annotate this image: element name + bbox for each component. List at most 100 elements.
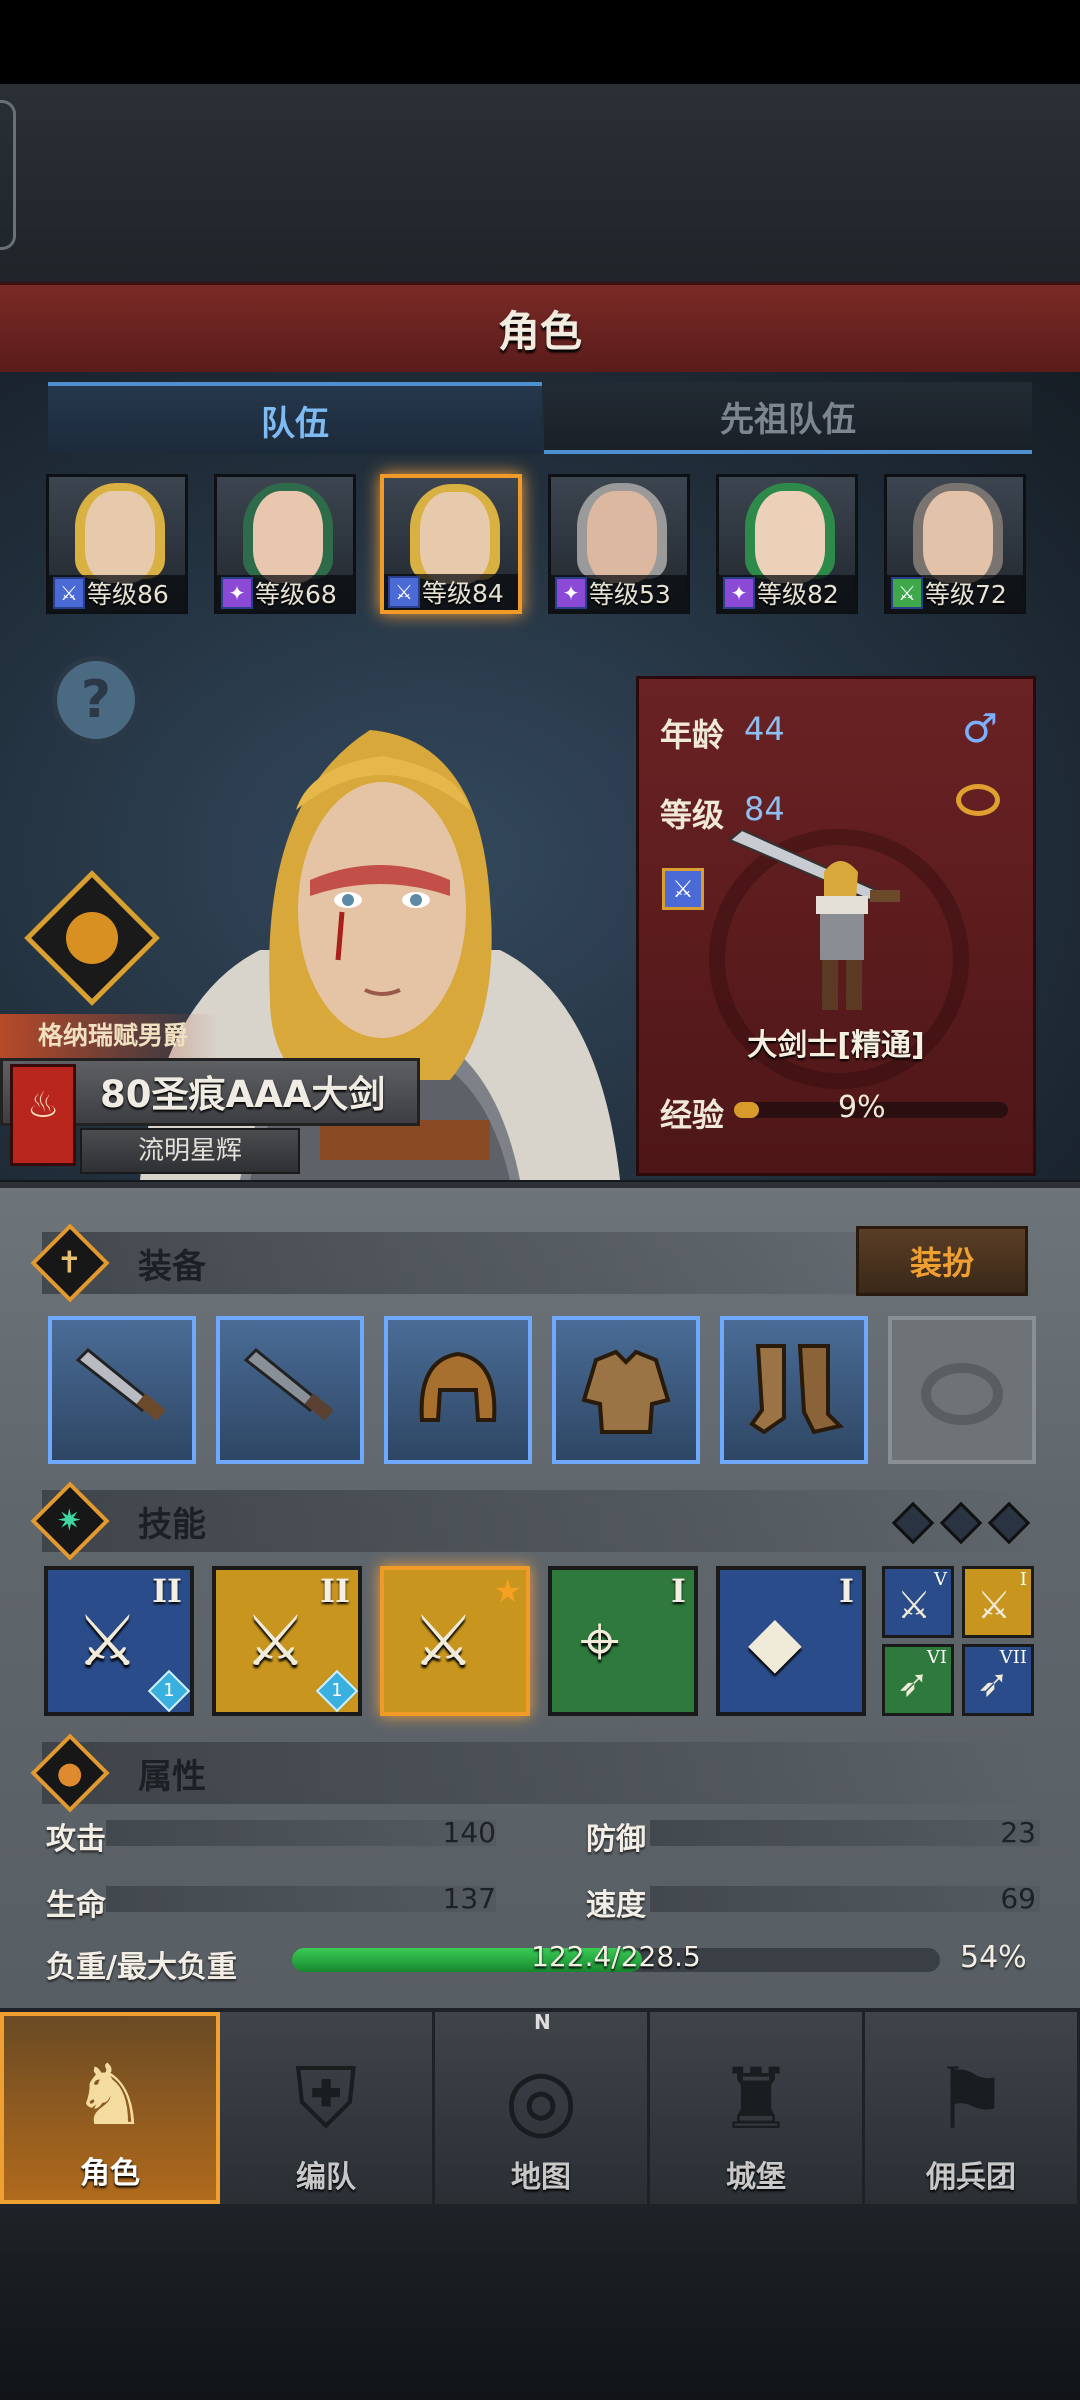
equipment-title: 装备 (138, 1246, 206, 1287)
attack-value: 140 (442, 1816, 496, 1849)
nav-map[interactable]: ◎ 地图 (435, 2012, 650, 2204)
load-value: 122.4/228.5 (531, 1940, 701, 1973)
exp-bar-fill (734, 1102, 759, 1118)
skill-slot-selected[interactable]: ⚔ ★ (380, 1566, 530, 1716)
potion-flask (66, 912, 118, 964)
hp-value: 137 (442, 1882, 496, 1915)
mini-skill-slot[interactable]: ➶ VI (882, 1644, 954, 1716)
hero-card[interactable]: ⚔ 等级72 (884, 474, 1026, 614)
equip-slot-ring[interactable] (888, 1316, 1036, 1464)
skill-rank: V (934, 1569, 947, 1590)
equip-slot-offhand[interactable] (216, 1316, 364, 1464)
class-sword-icon: ⚔ (388, 576, 420, 608)
skill-slot[interactable]: ◆ I (716, 1566, 866, 1716)
noble-title: 格纳瑞赋男爵 (0, 1014, 220, 1058)
hero-card[interactable]: ✦ 等级82 (716, 474, 858, 614)
attributes-header: ● 属性 (30, 1733, 1042, 1813)
sword-aura-icon: ⚔ (412, 1600, 475, 1682)
skills-title: 技能 (138, 1504, 206, 1545)
hero-face (85, 491, 155, 583)
age-value: 44 (744, 710, 785, 748)
hero-level: 等级53 (589, 580, 671, 609)
nav-mercenary[interactable]: ⚑ 佣兵团 (865, 2012, 1080, 2204)
hero-subtitle: 流明星辉 (80, 1128, 300, 1174)
skill-slot[interactable]: ⚔ II 1 (212, 1566, 362, 1716)
slash-skill-icon: ⚔ (76, 1600, 139, 1682)
attributes-title: 属性 (138, 1756, 206, 1797)
cross-blades-icon: ⚔ (897, 1583, 932, 1627)
attack-label: 攻击 (46, 1822, 106, 1857)
equip-slot-armor[interactable] (552, 1316, 700, 1464)
cross-blades-icon: ⚔ (977, 1583, 1012, 1627)
greatsword-icon (75, 1347, 166, 1421)
hero-card-selected[interactable]: ⚔ 等级84 (380, 474, 522, 614)
mini-skill-slot[interactable]: ⚔ V (882, 1566, 954, 1638)
weapon-name: 80圣痕AAA大剑 (100, 1073, 386, 1116)
compass-north-label: N (534, 2010, 551, 2034)
hero-face (420, 492, 490, 584)
mercenary-icon: ⚑ (933, 2050, 1009, 2148)
side-drawer-handle[interactable] (0, 100, 16, 250)
bottom-backdrop (0, 2204, 1080, 2400)
nav-character[interactable]: ♞ 角色 (0, 2012, 220, 2204)
class-sword-icon: ⚔ (53, 577, 85, 609)
hp-label: 生命 (46, 1888, 106, 1923)
hero-face (253, 491, 323, 583)
hero-face (587, 491, 657, 583)
skill-slot[interactable]: ⚔ II 1 (44, 1566, 194, 1716)
helmet-icon (419, 1351, 497, 1422)
nav-formation[interactable]: ⛨ 编队 (220, 2012, 435, 2204)
tab-ancestor-team[interactable]: 先祖队伍 (544, 382, 1032, 454)
dress-up-button[interactable]: 装扮 (856, 1226, 1028, 1296)
hero-level: 等级68 (255, 580, 337, 609)
hero-level-bar: ⚔ 等级86 (49, 575, 185, 611)
equip-slot-weapon[interactable] (48, 1316, 196, 1464)
defense-value: 23 (1000, 1816, 1036, 1849)
hero-face (923, 491, 993, 583)
ring-icon (921, 1363, 1003, 1425)
flame-banner-icon: ♨ (10, 1064, 76, 1166)
equip-slot-boots[interactable] (720, 1316, 868, 1464)
nav-label: 城堡 (726, 2160, 786, 2195)
boots-icon (749, 1344, 844, 1435)
hero-level-bar: ⚔ 等级72 (887, 575, 1023, 611)
skill-rank: II (152, 1572, 182, 1610)
mini-skill-slot[interactable]: ➶ VII (962, 1644, 1034, 1716)
speed-value: 69 (1000, 1882, 1036, 1915)
crystal-bird-icon: ◆ (748, 1600, 802, 1682)
hero-card[interactable]: ✦ 等级68 (214, 474, 356, 614)
skill-rank: I (839, 1572, 854, 1610)
skill-rank: VII (999, 1647, 1027, 1668)
equip-slot-helmet[interactable] (384, 1316, 532, 1464)
speed-label: 速度 (586, 1888, 646, 1923)
greatsword-icon (243, 1347, 334, 1421)
star-icon: ✷ (30, 1481, 110, 1561)
nav-label: 角色 (80, 2156, 140, 2191)
hero-card[interactable]: ⚔ 等级86 (46, 474, 188, 614)
load-percent: 54% (960, 1940, 1027, 1975)
hero-card[interactable]: ✦ 等级53 (548, 474, 690, 614)
hero-level: 等级72 (925, 580, 1007, 609)
tab-team[interactable]: 队伍 (48, 382, 542, 454)
hero-level-bar: ✦ 等级82 (719, 575, 855, 611)
exp-percent: 9% (838, 1090, 886, 1125)
age-label: 年龄 (660, 716, 725, 754)
skill-rank: VI (926, 1647, 947, 1668)
hero-level: 等级84 (422, 579, 504, 608)
skill-gem-icon: 1 (147, 1669, 191, 1713)
exp-label: 经验 (660, 1096, 725, 1134)
nav-castle[interactable]: ♜ 城堡 (650, 2012, 865, 2204)
class-staff-icon: ✦ (723, 577, 755, 609)
skill-rank: I (1019, 1569, 1027, 1590)
status-bar-area (0, 0, 1080, 84)
target-icon: ⌖ (580, 1600, 620, 1682)
mini-skill-slot[interactable]: ⚔ I (962, 1566, 1034, 1638)
class-name: 大剑士[精通] (747, 1028, 925, 1063)
skill-slot[interactable]: ⌖ I (548, 1566, 698, 1716)
nav-label: 佣兵团 (926, 2160, 1016, 2195)
knight-icon: ♞ (72, 2046, 148, 2144)
hero-level-bar: ⚔ 等级84 (384, 574, 518, 610)
hero-level-bar: ✦ 等级53 (551, 575, 687, 611)
compass-map-icon: ◎ (504, 2050, 578, 2148)
cross-icon: ✝ (30, 1223, 110, 1303)
